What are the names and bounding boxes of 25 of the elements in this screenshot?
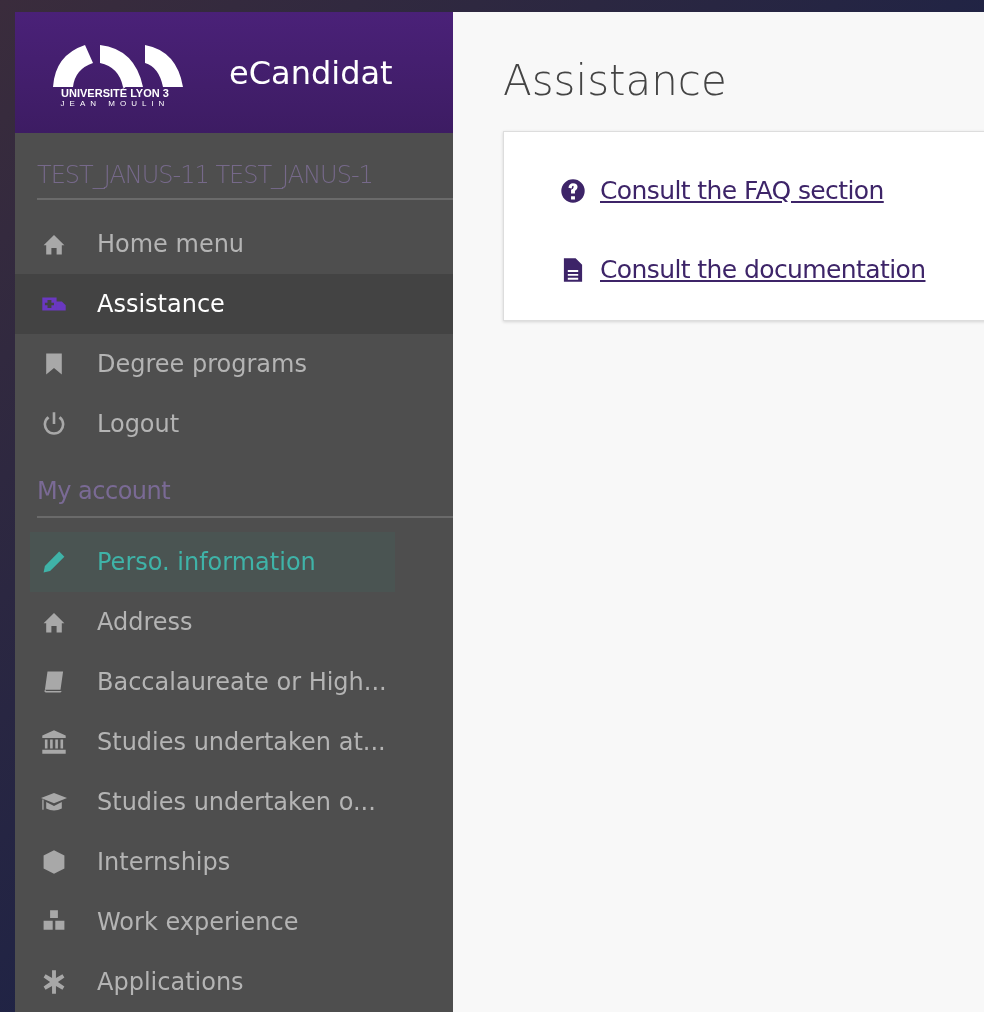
sidebar-item[interactable]: Assistance: [15, 274, 453, 335]
sidebar-item[interactable]: Perso. information: [30, 532, 395, 592]
sidebar-item[interactable]: Logout: [15, 394, 453, 455]
power-icon: [41, 411, 67, 438]
sidebar-item[interactable]: Work experience: [30, 892, 395, 952]
sidebar-item[interactable]: Home menu: [15, 214, 453, 275]
page-title: Assistance: [503, 56, 728, 105]
user-name: TEST_JANUS-11 TEST_JANUS-1: [36, 160, 374, 191]
app-name: eCandidat: [229, 53, 393, 92]
help-link[interactable]: Consult the documentation: [600, 255, 926, 284]
help-link[interactable]: Consult the FAQ section: [600, 176, 884, 205]
question-icon: [560, 177, 586, 204]
sidebar-item[interactable]: Studies undertaken at...: [30, 712, 395, 772]
pencil-icon: [41, 549, 67, 575]
bank-icon: [41, 729, 67, 755]
sidebar-item[interactable]: Degree programs: [15, 334, 453, 395]
sidebar-item[interactable]: Applications: [30, 952, 395, 1012]
logo-subtext: JEAN MOULIN: [60, 99, 170, 108]
sidebar-item[interactable]: Baccalaureate or High...: [30, 652, 395, 712]
sidebar-item[interactable]: Studies undertaken o...: [30, 772, 395, 832]
asterisk-icon: [41, 969, 67, 995]
sidebar-item[interactable]: Internships: [30, 832, 395, 892]
logo-text: UNIVERSITÉ LYON 3: [61, 87, 169, 99]
section-heading: My account: [36, 476, 172, 508]
sidebar-item[interactable]: Address: [30, 592, 395, 652]
